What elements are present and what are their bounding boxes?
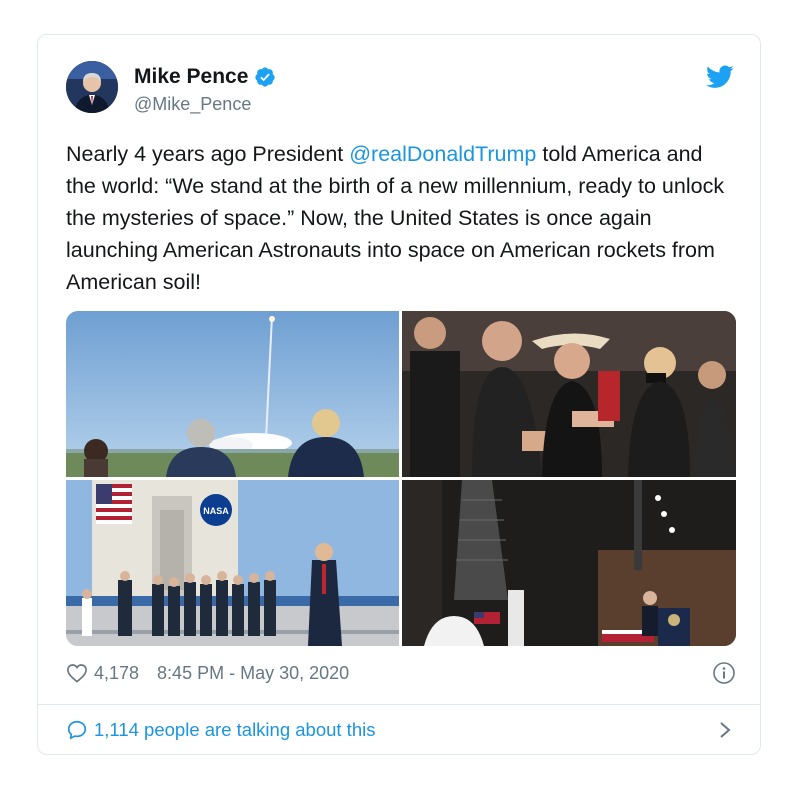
conversation-link[interactable]: 1,114 people are talking about this xyxy=(66,716,736,744)
audience-applauding-photo[interactable] xyxy=(402,311,736,477)
like-count[interactable]: 4,178 xyxy=(94,663,139,684)
media-grid: NASA xyxy=(66,311,736,646)
verified-badge-icon xyxy=(255,67,276,87)
talking-count-text[interactable]: 1,114 people are talking about this xyxy=(94,719,375,741)
nasa-logo-text: NASA xyxy=(203,506,229,516)
twitter-bird-icon[interactable] xyxy=(706,65,734,89)
author-name-row[interactable]: Mike Pence xyxy=(134,65,276,89)
author-handle[interactable]: @Mike_Pence xyxy=(134,94,251,115)
avatar[interactable] xyxy=(66,61,118,113)
timestamp[interactable]: 8:45 PM - May 30, 2020 xyxy=(157,663,349,684)
tweet-text: Nearly 4 years ago President @realDonald… xyxy=(66,138,736,298)
tweet-meta: 4,178 8:45 PM - May 30, 2020 xyxy=(66,659,736,687)
tweet-card[interactable]: Mike Pence @Mike_Pence Nearly 4 years ag… xyxy=(37,34,761,755)
nasa-building-group-photo[interactable]: NASA xyxy=(66,480,399,646)
author-name[interactable]: Mike Pence xyxy=(134,65,248,89)
hangar-speech-photo[interactable] xyxy=(402,480,736,646)
rocket-launch-viewing-photo[interactable] xyxy=(66,311,399,477)
chevron-right-icon[interactable] xyxy=(718,720,732,740)
tweet-text-before: Nearly 4 years ago President xyxy=(66,142,350,166)
mention-link[interactable]: @realDonaldTrump xyxy=(349,142,536,166)
avatar-image xyxy=(66,61,118,113)
divider xyxy=(38,704,760,705)
heart-icon[interactable] xyxy=(66,663,88,683)
info-icon[interactable] xyxy=(712,661,736,685)
chat-bubble-icon xyxy=(67,720,87,740)
